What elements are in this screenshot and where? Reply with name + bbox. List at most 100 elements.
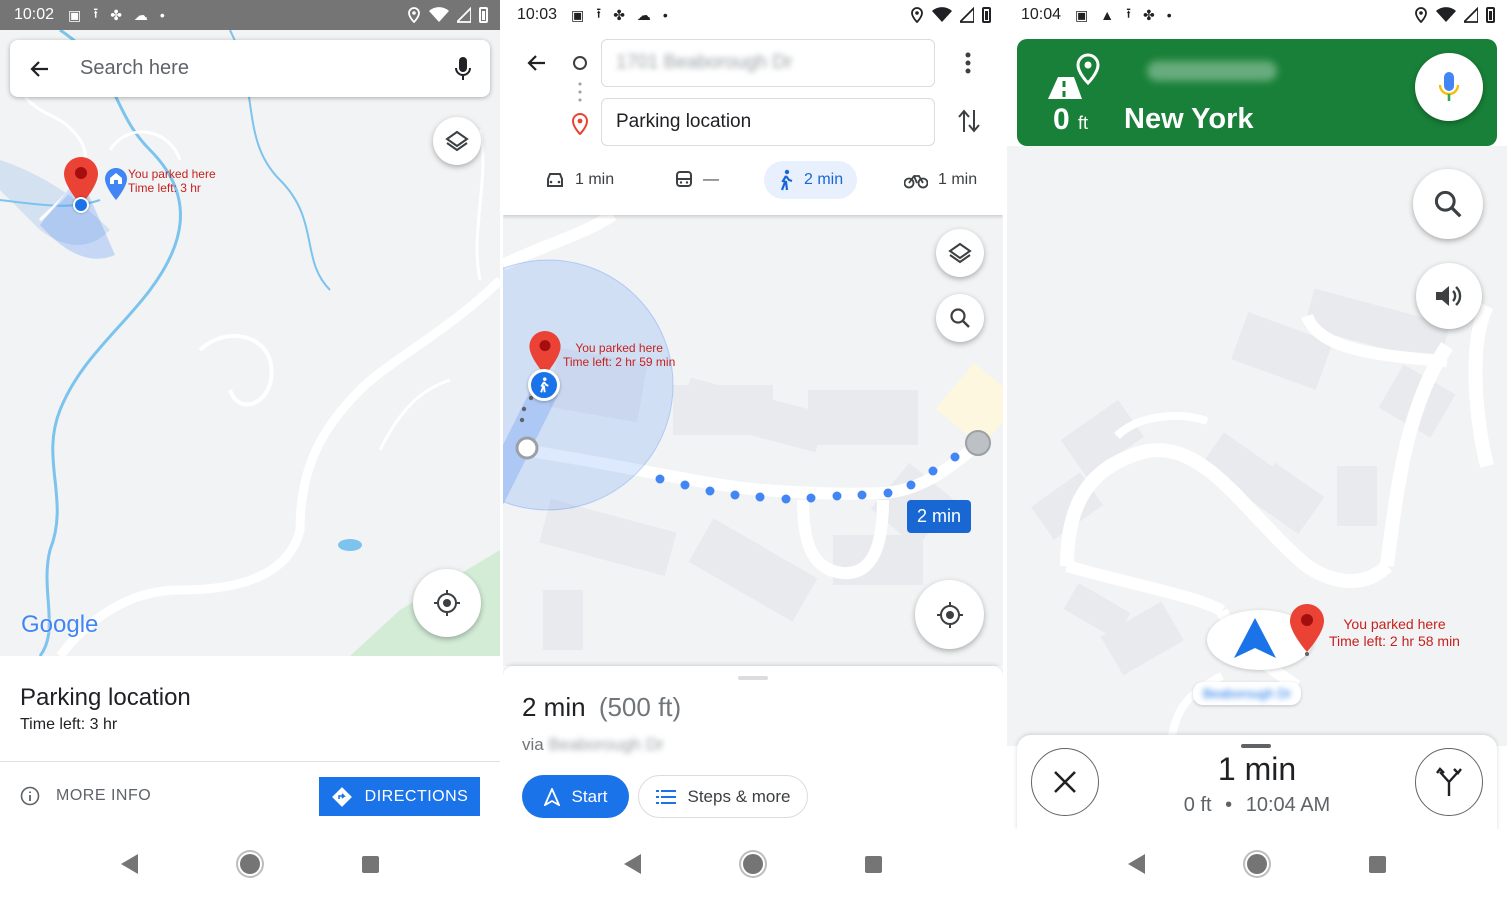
status-notification-icons: ▣ ⭱ ✤ ☁ • <box>68 3 165 27</box>
nav-back-icon[interactable] <box>1128 854 1145 874</box>
battery-icon <box>982 7 991 23</box>
blurred-street-line <box>1147 61 1277 81</box>
route-summary: 2 min (500 ft) <box>522 692 681 723</box>
sheet-handle[interactable] <box>738 676 768 680</box>
navigation-banner[interactable]: 0 ft New York <box>1017 39 1497 146</box>
origin-field[interactable]: 1701 Beaborough Dr <box>601 39 935 87</box>
route-time-badge[interactable]: 2 min <box>907 500 972 533</box>
via-prefix: via <box>522 735 544 754</box>
trip-arrival: 10:04 AM <box>1245 794 1331 816</box>
trip-summary-sheet[interactable]: 1 min 0 ft • 10:04 AM <box>1017 735 1497 831</box>
nav-back-icon[interactable] <box>121 854 138 874</box>
route-summary-sheet[interactable]: 2 min (500 ft) via Beaborough Dr Start S… <box>503 666 1003 831</box>
back-arrow-icon[interactable] <box>525 51 549 75</box>
home-pin-icon <box>105 168 127 200</box>
status-bar: 10:04 ▣ ▲ ⭱ ✤ • <box>1007 0 1507 30</box>
status-system-icons <box>910 0 991 30</box>
status-notification-icons: ▣ ⭱ ✤ ☁ • <box>571 3 668 27</box>
voice-search-button[interactable] <box>1415 53 1483 121</box>
location-icon <box>408 7 420 23</box>
dot-icon: • <box>662 7 668 23</box>
map-view[interactable]: You parked here Time left: 2 hr 59 min 2… <box>503 215 1003 666</box>
origin-circle-icon <box>573 56 587 70</box>
home-place-marker[interactable] <box>105 168 127 205</box>
directions-button[interactable]: DIRECTIONS <box>319 777 480 816</box>
mode-transit-time: — <box>703 171 719 188</box>
search-button[interactable] <box>1413 169 1483 239</box>
navigation-arrow-icon <box>1234 618 1276 658</box>
route-duration: 2 min <box>522 692 586 722</box>
sound-button[interactable] <box>1416 263 1482 329</box>
layers-button[interactable] <box>936 229 984 277</box>
back-arrow-icon[interactable] <box>28 57 52 81</box>
turn-distance-unit: ft <box>1078 113 1089 133</box>
wifi-icon <box>429 7 449 22</box>
map-view[interactable]: You parked here Time left: 3 hr Google <box>0 30 500 656</box>
map-view[interactable]: You parked here Time left: 2 hr 58 min B… <box>1007 146 1507 746</box>
alternate-routes-button[interactable] <box>1415 748 1483 816</box>
place-sheet[interactable]: Parking location Time left: 3 hr MORE IN… <box>0 656 500 831</box>
via-road: Beaborough Dr <box>548 735 664 754</box>
wifi-icon <box>1436 7 1456 22</box>
nav-home-icon[interactable] <box>743 854 763 874</box>
crosshair-icon <box>434 590 460 616</box>
search-button[interactable] <box>936 294 984 342</box>
trip-separator: • <box>1225 794 1233 816</box>
cloud-icon: ☁ <box>636 6 651 23</box>
mode-transit[interactable]: — <box>661 161 733 199</box>
volume-icon <box>1436 286 1462 306</box>
nav-home-icon[interactable] <box>1247 854 1267 874</box>
status-system-icons <box>407 0 488 30</box>
nav-recents-icon[interactable] <box>362 855 379 873</box>
fan-icon: ✤ <box>613 6 625 23</box>
parked-pin-marker[interactable] <box>1290 604 1324 661</box>
mode-driving[interactable]: 1 min <box>531 161 628 199</box>
steps-more-button[interactable]: Steps & more <box>638 775 808 818</box>
marker-label-line1: You parked here <box>128 167 216 181</box>
walker-location-marker <box>528 369 560 401</box>
walk-icon <box>540 377 549 393</box>
more-info-label: MORE INFO <box>56 787 152 804</box>
android-nav-bar <box>0 829 500 899</box>
sheet-handle[interactable] <box>1241 744 1271 748</box>
fan-icon: ✤ <box>110 6 122 23</box>
my-location-button[interactable] <box>915 580 984 649</box>
location-icon <box>1415 7 1427 23</box>
nav-recents-icon[interactable] <box>865 855 882 873</box>
info-icon <box>20 786 40 806</box>
layers-button[interactable] <box>433 117 481 165</box>
road-label: Beaborough Dr <box>1193 682 1302 705</box>
screen-navigation: 10:04 ▣ ▲ ⭱ ✤ • You parked here Time lef… <box>1007 0 1507 899</box>
destination-field[interactable]: Parking location <box>601 98 935 146</box>
my-location-button[interactable] <box>413 569 481 637</box>
mode-cycling[interactable]: 1 min <box>890 161 991 199</box>
nav-recents-icon[interactable] <box>1369 855 1386 873</box>
image-icon: ▣ <box>1075 6 1089 23</box>
search-icon <box>950 308 970 328</box>
bike-icon <box>904 175 928 189</box>
dot-icon: • <box>159 7 165 23</box>
more-vert-icon[interactable] <box>965 51 971 75</box>
crosshair-icon <box>936 601 963 628</box>
search-placeholder[interactable]: Search here <box>80 57 454 80</box>
battery-icon <box>1486 7 1495 23</box>
nav-home-icon[interactable] <box>240 854 260 874</box>
search-bar[interactable]: Search here <box>10 40 490 97</box>
fan-icon: ✤ <box>1143 6 1155 23</box>
car-icon <box>547 173 563 187</box>
mode-walking[interactable]: 2 min <box>764 161 858 199</box>
directions-label: DIRECTIONS <box>364 787 469 805</box>
nav-back-icon[interactable] <box>624 854 641 874</box>
status-time: 10:02 <box>14 6 55 23</box>
swap-icon[interactable] <box>958 108 980 134</box>
mic-icon[interactable] <box>454 56 472 82</box>
status-notification-icons: ▣ ▲ ⭱ ✤ • <box>1075 3 1172 27</box>
more-info-button[interactable]: MORE INFO <box>20 786 151 806</box>
red-pin-icon <box>1290 604 1324 656</box>
layers-icon <box>445 130 469 152</box>
start-button[interactable]: Start <box>522 775 629 818</box>
list-icon <box>655 789 676 804</box>
screen-walking-directions: 10:03 ▣ ⭱ ✤ ☁ • 1701 Beaborough Dr Parki… <box>503 0 1003 899</box>
upload-icon: ⭱ <box>1126 5 1132 21</box>
google-mic-icon <box>1438 72 1460 101</box>
